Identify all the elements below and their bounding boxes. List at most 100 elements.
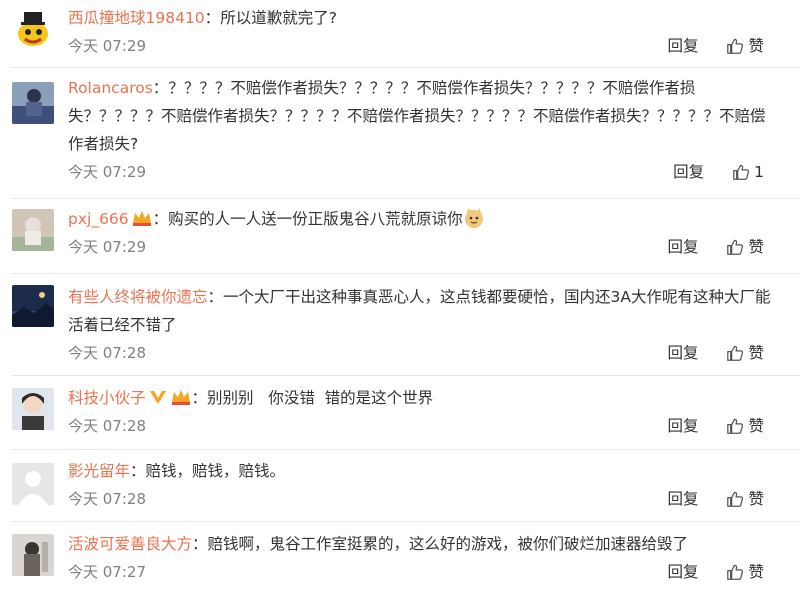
comment-actions: 回复 赞 [667,32,764,60]
comment-meta: 今天 07:28 回复 赞 [68,485,780,513]
avatar[interactable] [12,285,54,327]
comment-text: ？？？？不赔偿作者损失？？？？？不赔偿作者损失？？？？？不赔偿作者损失？？？？？… [68,79,766,153]
avatar-image [12,534,54,576]
reply-button[interactable]: 回复 [667,233,698,261]
avatar[interactable] [12,82,54,124]
comment-meta: 今天 07:29 回复 1 [68,158,780,186]
comment-item: 科技小伙子 ：别别别 你没错 错的是这个世界 今天 07:28 回复 赞 [0,384,800,440]
like-label: 赞 [748,37,764,55]
colon: ： [192,535,208,553]
like-label: 赞 [748,344,764,362]
verified-v-icon [149,391,166,404]
comment-meta: 今天 07:27 回复 赞 [68,558,780,586]
member-badge-icon [132,211,151,226]
comment-actions: 回复 赞 [667,485,764,513]
comment-time: 今天 07:28 [68,417,146,435]
comment-meta: 今天 07:29 回复 赞 [68,32,780,60]
like-button[interactable]: 赞 [726,485,764,513]
comment-actions: 回复 赞 [667,339,764,367]
thumbs-up-icon [726,417,744,435]
reply-button[interactable]: 回复 [667,558,698,586]
reply-button[interactable]: 回复 [667,412,698,440]
like-button[interactable]: 赞 [726,412,764,440]
thumbs-up-icon [726,344,744,362]
avatar-image [12,209,54,251]
colon: ： [130,462,146,480]
comment-item: pxj_666 ：购买的人一人送一份正版鬼谷八荒就原谅你 今天 07:29 回复 … [0,205,800,261]
reply-button[interactable]: 回复 [673,158,704,186]
avatar[interactable] [12,388,54,430]
comment-actions: 回复 赞 [667,233,764,261]
comment-author[interactable]: pxj_666 [68,210,129,228]
thumbs-up-icon [726,37,744,55]
member-badge-icon [171,390,190,405]
comment-time: 今天 07:28 [68,490,146,508]
comment-text: 别别别 你没错 错的是这个世界 [207,389,434,407]
comment-time: 今天 07:29 [68,238,146,256]
divider [12,521,800,522]
comment-author[interactable]: Rolancaros [68,79,153,97]
avatar-image [12,388,54,430]
reply-button[interactable]: 回复 [667,32,698,60]
comment-time: 今天 07:29 [68,37,146,55]
thumbs-up-icon [726,490,744,508]
divider [12,449,800,450]
comment-author[interactable]: 西瓜撞地球198410 [68,9,205,27]
comment-author[interactable]: 有些人终将被你遗忘 [68,288,208,306]
colon: ： [152,79,169,97]
avatar[interactable] [12,534,54,576]
like-label: 赞 [748,490,764,508]
divider [12,67,800,68]
avatar-image [12,6,54,48]
colon: ： [204,9,221,27]
comment-item: 影光留年：赔钱，赔钱，赔钱。 今天 07:28 回复 赞 [0,457,800,513]
comment-item: 有些人终将被你遗忘：一个大厂干出这种事真恶心人，这点钱都要硬恰，国内还3A大作呢… [0,283,800,367]
cat-emoji-icon [464,208,483,228]
like-label: 赞 [748,238,764,256]
comment-actions: 回复 赞 [667,412,764,440]
avatar[interactable] [12,6,54,48]
divider [12,198,800,199]
divider [12,375,800,376]
comment-item: Rolancaros：？？？？不赔偿作者损失？？？？？不赔偿作者损失？？？？？不… [0,74,800,186]
comment-author[interactable]: 影光留年 [68,462,130,480]
comment-meta: 今天 07:28 回复 赞 [68,412,780,440]
colon: ： [152,210,169,228]
comment-meta: 今天 07:28 回复 赞 [68,339,780,367]
comment-text: 赔钱，赔钱，赔钱。 [145,462,286,480]
comment-time: 今天 07:28 [68,344,146,362]
reply-button[interactable]: 回复 [667,339,698,367]
comment-text: 购买的人一人送一份正版鬼谷八荒就原谅你 [168,210,463,228]
comment-time: 今天 07:27 [68,563,146,581]
like-label: 赞 [748,563,764,581]
thumbs-up-icon [732,163,750,181]
avatar-image [12,285,54,327]
like-count: 1 [754,163,764,181]
like-button[interactable]: 赞 [726,558,764,586]
comment-author[interactable]: 科技小伙子 [68,389,146,407]
comment-actions: 回复 赞 [667,558,764,586]
like-label: 赞 [748,417,764,435]
colon: ： [207,288,224,306]
comment-meta: 今天 07:29 回复 赞 [68,233,780,261]
like-button[interactable]: 赞 [726,339,764,367]
comment-item: 西瓜撞地球198410：所以道歉就完了? 今天 07:29 回复 赞 [0,4,800,60]
avatar[interactable] [12,209,54,251]
reply-button[interactable]: 回复 [667,485,698,513]
comment-time: 今天 07:29 [68,163,146,181]
thumbs-up-icon [726,563,744,581]
comment-actions: 回复 1 [673,158,764,186]
thumbs-up-icon [726,238,744,256]
like-button[interactable]: 赞 [726,233,764,261]
comment-author[interactable]: 活波可爱善良大方 [68,535,192,553]
comment-text: 所以道歉就完了? [220,9,337,27]
divider [12,273,800,274]
comment-text: 赔钱啊，鬼谷工作室挺累的，这么好的游戏，被你们破烂加速器给毁了 [207,535,689,553]
like-button[interactable]: 赞 [726,32,764,60]
avatar[interactable] [12,463,54,505]
like-button[interactable]: 1 [732,158,764,186]
colon: ： [191,389,208,407]
avatar-image [12,82,54,124]
comment-item: 活波可爱善良大方：赔钱啊，鬼谷工作室挺累的，这么好的游戏，被你们破烂加速器给毁了… [0,530,800,586]
default-avatar-icon [12,463,54,505]
